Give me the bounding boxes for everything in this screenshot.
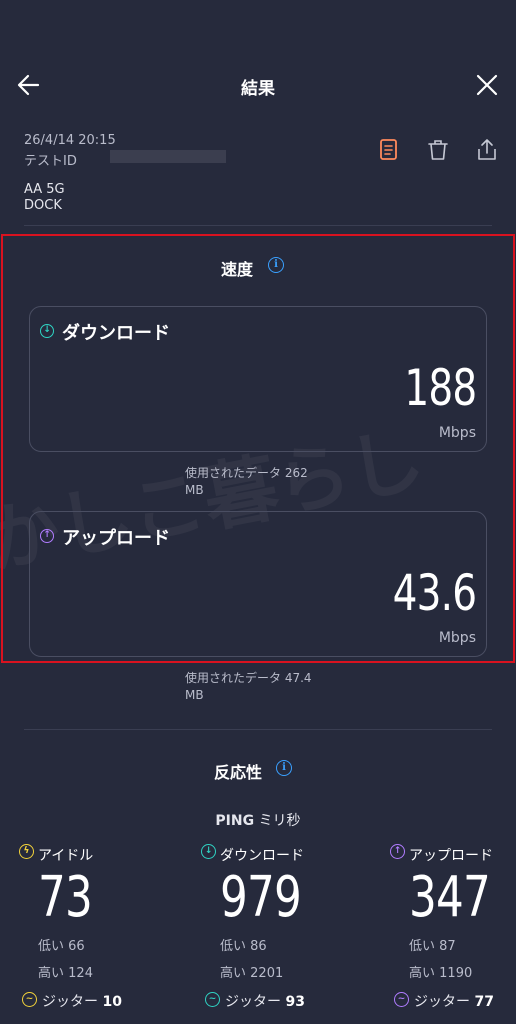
upload-label: アップロード <box>62 528 170 549</box>
jitter-icon: ~ <box>394 992 409 1007</box>
upload-jitter-value: 77 <box>474 994 494 1010</box>
upload-data-used-value: 使用されたデータ 47.4 <box>185 671 312 685</box>
upload-jitter-label: ジッター <box>414 994 470 1010</box>
ping-upload-label: アップロード <box>409 848 493 864</box>
close-icon <box>476 74 498 96</box>
download-card: ↓ ダウンロード 188 Mbps <box>29 306 487 452</box>
upload-speed-unit: Mbps <box>438 630 476 646</box>
upload-low-value: 87 <box>439 939 456 954</box>
upload-data-used: 使用されたデータ 47.4 MB <box>185 670 312 704</box>
upload-jitter: ジッター 77 <box>414 991 494 1011</box>
ping-download-label: ダウンロード <box>220 848 304 864</box>
download-jitter-value: 93 <box>285 994 305 1010</box>
idle-label: アイドル <box>38 848 94 864</box>
idle-low: 低い 66 <box>38 935 85 954</box>
page-title: 結果 <box>241 79 275 99</box>
ping-label: PING ミリ秒 <box>0 810 516 830</box>
upload-low: 低い 87 <box>409 935 456 954</box>
idle-high-value: 124 <box>68 966 93 981</box>
responsiveness-section-title: 反応性 <box>214 763 263 782</box>
share-icon <box>478 139 496 160</box>
ping-unit: ミリ秒 <box>258 813 301 829</box>
download-arrow-icon: ↓ <box>201 844 216 859</box>
download-jitter: ジッター 93 <box>225 991 305 1011</box>
idle-jitter-value: 10 <box>102 994 122 1010</box>
jitter-icon: ~ <box>205 992 220 1007</box>
test-id-redacted <box>110 150 226 163</box>
idle-jitter: ジッター 10 <box>42 991 122 1011</box>
upload-data-used-unit: MB <box>185 688 204 702</box>
idle-low-label: 低い <box>38 939 65 954</box>
idle-high: 高い 124 <box>38 962 93 981</box>
speed-section-title: 速度 <box>221 260 254 279</box>
idle-jitter-label: ジッター <box>42 994 98 1010</box>
server-info: AA 5G DOCK <box>24 182 65 214</box>
server-line-1: AA 5G <box>24 182 65 197</box>
test-id-label: テストID <box>24 154 77 169</box>
share-button[interactable] <box>474 137 500 163</box>
download-label: ダウンロード <box>62 323 170 344</box>
idle-icon: ϟ <box>19 844 34 859</box>
download-data-used-unit: MB <box>185 483 204 497</box>
idle-high-label: 高い <box>38 966 65 981</box>
speed-info-icon[interactable]: i <box>268 257 284 273</box>
upload-high-label: 高い <box>409 966 436 981</box>
upload-arrow-icon: ↑ <box>40 529 54 543</box>
download-ping-value: 979 <box>220 865 302 930</box>
download-data-used: 使用されたデータ 262 MB <box>185 465 308 499</box>
download-high-label: 高い <box>220 966 247 981</box>
ping-title: PING <box>215 813 255 829</box>
idle-ping-value: 73 <box>38 865 93 930</box>
server-line-2: DOCK <box>24 198 62 213</box>
upload-high: 高い 1190 <box>409 962 472 981</box>
download-speed-unit: Mbps <box>438 425 476 441</box>
upload-arrow-icon: ↑ <box>390 844 405 859</box>
delete-button[interactable] <box>425 137 451 163</box>
divider <box>24 729 492 730</box>
upload-ping-value: 347 <box>409 865 491 930</box>
upload-low-label: 低い <box>409 939 436 954</box>
divider <box>24 225 492 226</box>
download-high-value: 2201 <box>250 966 284 981</box>
download-jitter-label: ジッター <box>225 994 281 1010</box>
report-icon <box>380 139 397 160</box>
report-button[interactable] <box>376 137 402 163</box>
download-low-value: 86 <box>250 939 267 954</box>
download-low-label: 低い <box>220 939 247 954</box>
download-data-used-value: 使用されたデータ 262 <box>185 466 308 480</box>
download-arrow-icon: ↓ <box>40 324 54 338</box>
close-button[interactable] <box>472 70 502 100</box>
test-datetime: 26/4/14 20:15 <box>24 133 116 148</box>
idle-low-value: 66 <box>68 939 85 954</box>
download-low: 低い 86 <box>220 935 267 954</box>
download-high: 高い 2201 <box>220 962 283 981</box>
responsiveness-info-icon[interactable]: i <box>276 760 292 776</box>
upload-card: ↑ アップロード 43.6 Mbps <box>29 511 487 657</box>
download-speed-value: 188 <box>403 359 477 417</box>
trash-icon <box>428 140 448 160</box>
upload-high-value: 1190 <box>439 966 473 981</box>
jitter-icon: ~ <box>22 992 37 1007</box>
upload-speed-value: 43.6 <box>392 564 476 622</box>
